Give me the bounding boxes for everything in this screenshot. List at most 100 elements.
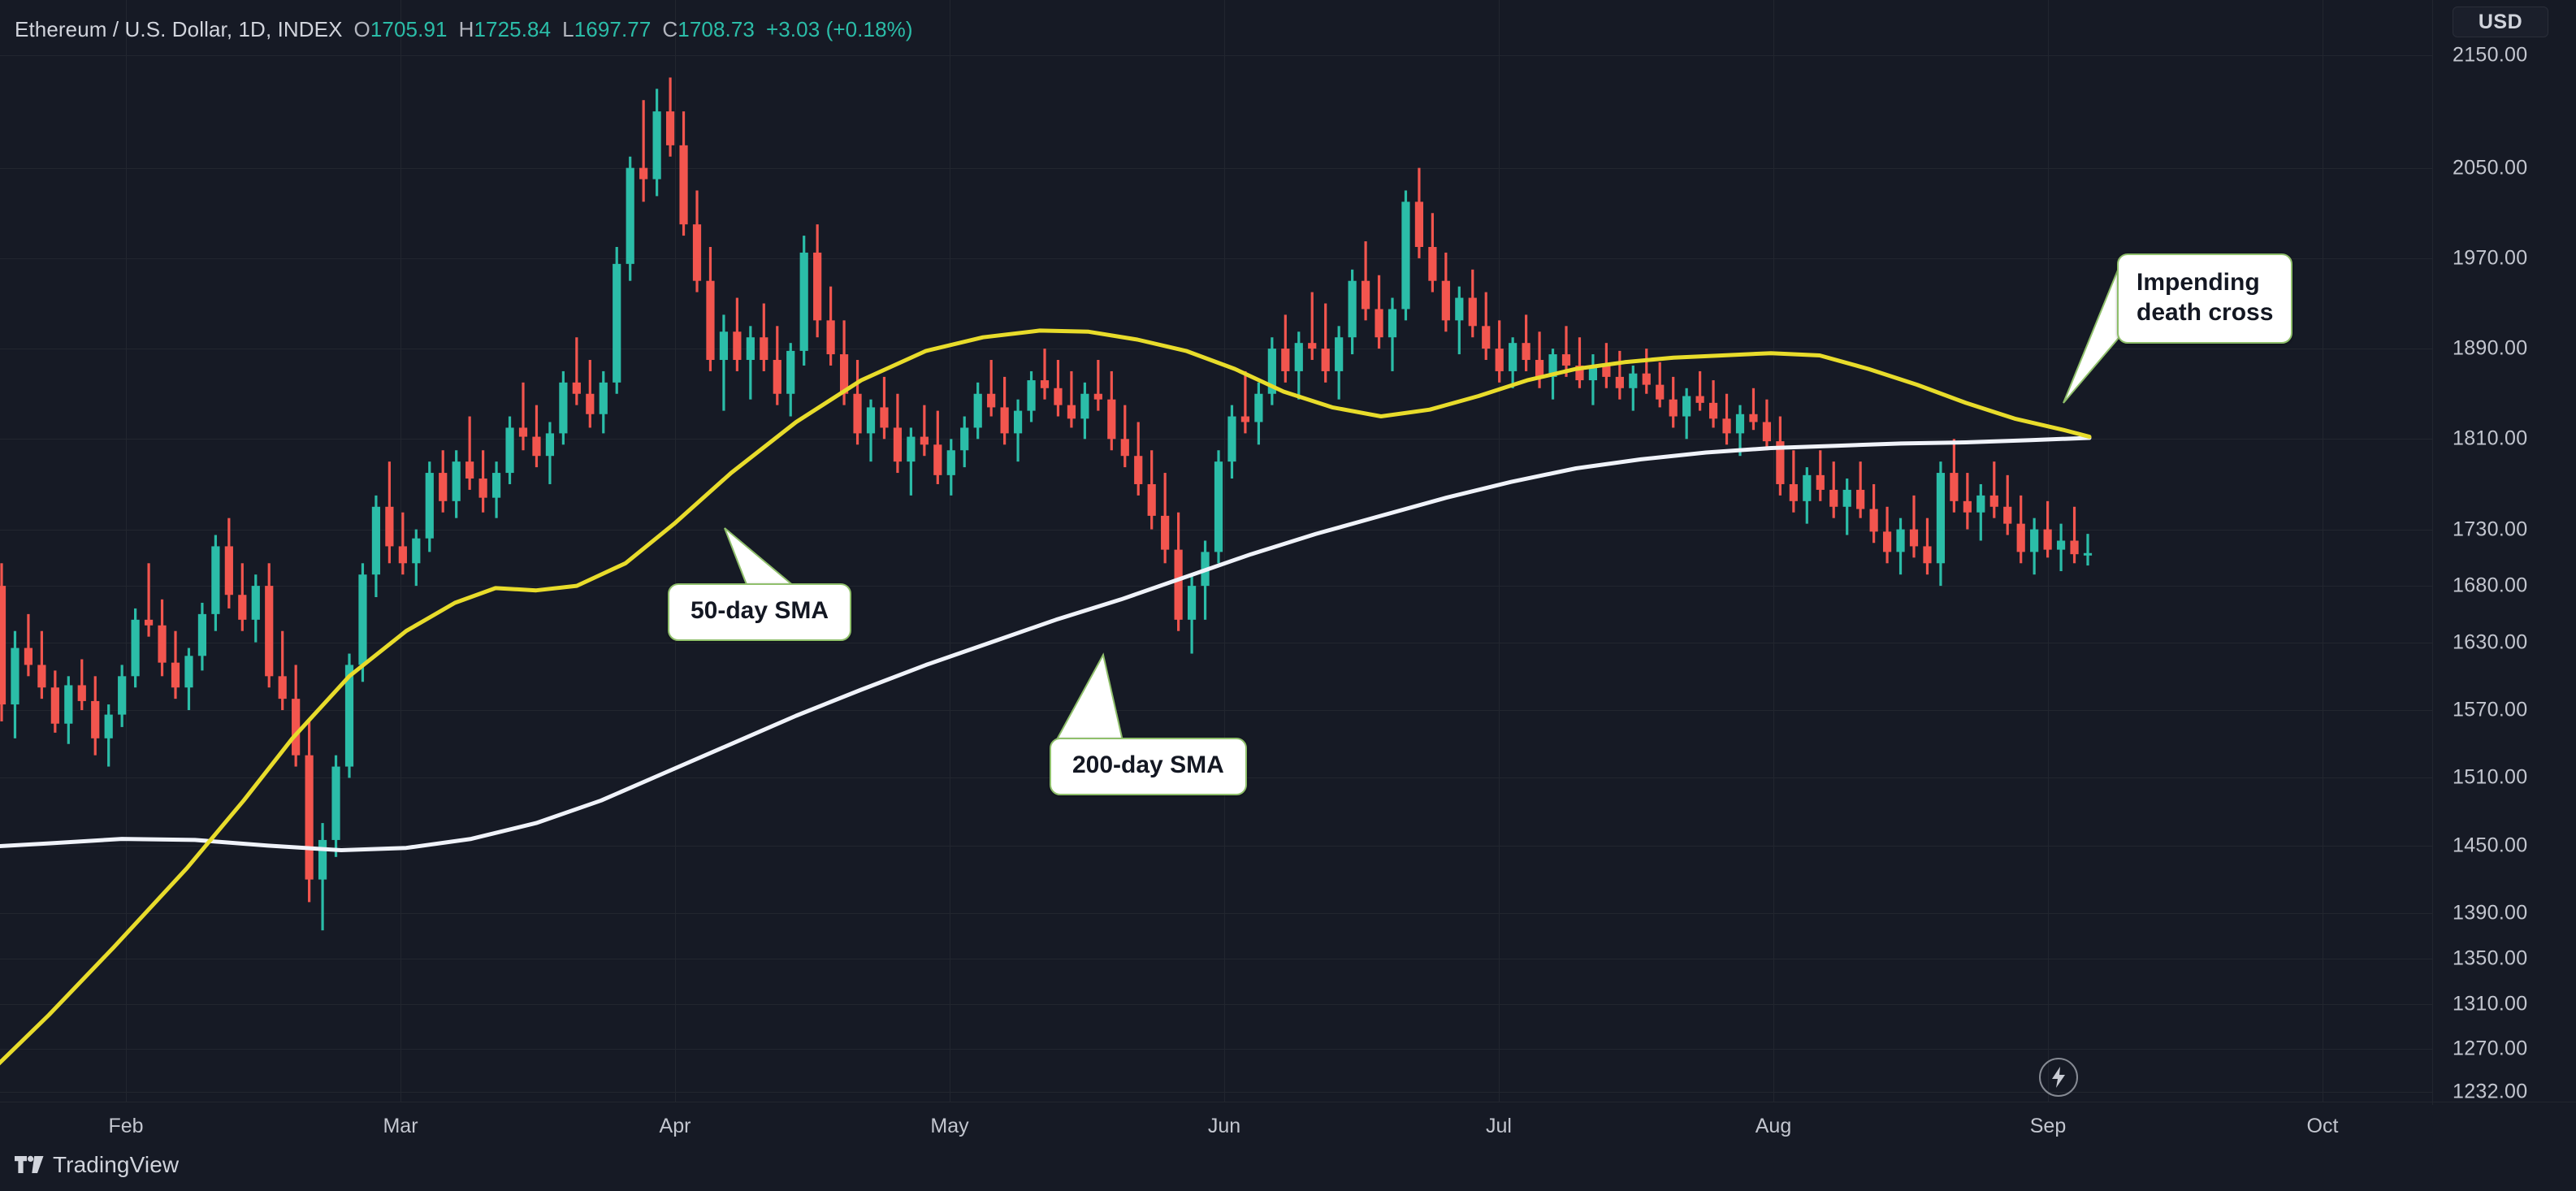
candle-body xyxy=(1414,201,1424,247)
price-tick-label: 1310.00 xyxy=(2453,992,2528,1016)
candle-body xyxy=(1281,349,1290,371)
candle-body xyxy=(425,473,434,539)
price-tick-label: 2050.00 xyxy=(2453,156,2528,180)
candle-body xyxy=(1682,396,1691,417)
candle-wick xyxy=(2006,474,2009,535)
price-tick-label: 1680.00 xyxy=(2453,574,2528,597)
candle-body xyxy=(478,479,487,498)
currency-badge[interactable]: USD xyxy=(2453,6,2548,37)
candle-body xyxy=(853,393,862,434)
candle-wick xyxy=(1070,370,1073,428)
candle-body xyxy=(760,337,768,361)
candle-body xyxy=(1294,343,1303,371)
annotation-sma50[interactable]: 50-day SMA xyxy=(668,583,852,641)
candle-body xyxy=(1989,495,1998,507)
candle-wick xyxy=(989,360,993,417)
candle-body xyxy=(1509,343,1517,371)
time-tick-label: Apr xyxy=(659,1115,691,1137)
price-tick-label: 1810.00 xyxy=(2453,427,2528,450)
candle-body xyxy=(1013,410,1023,434)
candle-body xyxy=(1321,349,1330,371)
candle-body xyxy=(572,382,581,394)
tradingview-logo[interactable]: TradingView xyxy=(15,1152,179,1178)
price-axis[interactable]: USD 2150.00 2050.00 1970.00 1890.00 1810.00 1… xyxy=(2432,0,2576,1134)
candle-body xyxy=(491,473,501,498)
candle-body xyxy=(131,619,140,677)
candle-body xyxy=(1335,337,1344,371)
candle-body xyxy=(118,676,127,715)
chart-canvas xyxy=(0,0,2433,1102)
candle-body xyxy=(1950,473,1959,501)
candle-body xyxy=(224,546,233,596)
candle-body xyxy=(1388,309,1397,338)
candle-wick xyxy=(522,382,525,451)
price-tick-label: 1510.00 xyxy=(2453,765,2528,789)
high-value: 1725.84 xyxy=(474,16,552,41)
candle-body xyxy=(1428,246,1437,281)
time-tick-label: Jun xyxy=(1207,1115,1241,1137)
candle-wick xyxy=(642,100,645,202)
low-label: L xyxy=(562,16,574,41)
candle-wick xyxy=(80,659,84,711)
annotation-death-cross[interactable]: Impending death cross xyxy=(2117,253,2293,344)
candle-body xyxy=(639,167,648,180)
candle-body xyxy=(1361,280,1370,310)
candle-body xyxy=(893,427,903,462)
candle-body xyxy=(532,436,541,457)
time-tick-label: Jul xyxy=(1486,1115,1512,1137)
price-tick-label: 1570.00 xyxy=(2453,698,2528,721)
candle-body xyxy=(412,538,421,564)
candle-body xyxy=(104,714,113,738)
candle-body xyxy=(880,407,889,428)
candle-body xyxy=(1722,418,1731,434)
candle-body xyxy=(665,111,675,145)
candle-wick xyxy=(535,405,539,468)
chart-plot-area[interactable] xyxy=(0,0,2433,1102)
change-value: +3.03 (+0.18%) xyxy=(765,16,913,41)
candle-body xyxy=(719,331,729,361)
candle-body xyxy=(1535,360,1544,377)
candle-body xyxy=(1375,309,1383,338)
candle-body xyxy=(1482,326,1491,349)
bolt-glyph xyxy=(2052,1067,2065,1088)
lightning-bolt-icon[interactable] xyxy=(2039,1058,2078,1097)
candle-wick xyxy=(1912,495,1916,558)
candle-body xyxy=(652,111,661,180)
chart-legend[interactable]: Ethereum / U.S. Dollar, 1D, INDEX O 1705.… xyxy=(15,16,913,42)
candle-wick xyxy=(2072,506,2076,564)
symbol-title[interactable]: Ethereum / U.S. Dollar, 1D, INDEX xyxy=(15,17,343,42)
candle-body xyxy=(1816,474,1825,490)
candle-body xyxy=(973,393,982,428)
candle-body xyxy=(1615,376,1624,388)
candle-body xyxy=(1976,495,1985,513)
candle-body xyxy=(1027,380,1036,411)
candle-body xyxy=(318,839,327,880)
candle-body xyxy=(679,145,688,225)
candle-wick xyxy=(1699,370,1702,411)
candle-body xyxy=(2083,552,2093,556)
candle-body xyxy=(866,407,876,434)
candle-wick xyxy=(1043,349,1046,400)
time-axis[interactable]: Feb Mar Apr May Jun Jul Aug Sep Oct xyxy=(0,1105,2433,1154)
candle-wick xyxy=(923,405,926,457)
candle-body xyxy=(1629,373,1638,388)
candle-body xyxy=(733,331,742,361)
candle-body xyxy=(64,685,73,724)
candle-body xyxy=(1561,354,1571,366)
annotation-sma200[interactable]: 200-day SMA xyxy=(1050,738,1247,795)
candle-body xyxy=(746,337,755,361)
open-label: O xyxy=(353,16,370,41)
candle-body xyxy=(946,450,955,475)
candle-body xyxy=(692,224,702,281)
candle-body xyxy=(265,586,274,677)
candle-body xyxy=(586,393,595,414)
candle-body xyxy=(1067,405,1076,419)
candle-body xyxy=(1401,201,1410,310)
candle-wick xyxy=(1244,370,1247,434)
candle-body xyxy=(1093,393,1102,400)
price-tick-label: 2150.00 xyxy=(2453,43,2528,67)
price-tick-label: 1270.00 xyxy=(2453,1037,2528,1060)
candle-body xyxy=(452,461,461,501)
candle-body xyxy=(211,546,220,614)
candle-body xyxy=(2056,540,2066,550)
